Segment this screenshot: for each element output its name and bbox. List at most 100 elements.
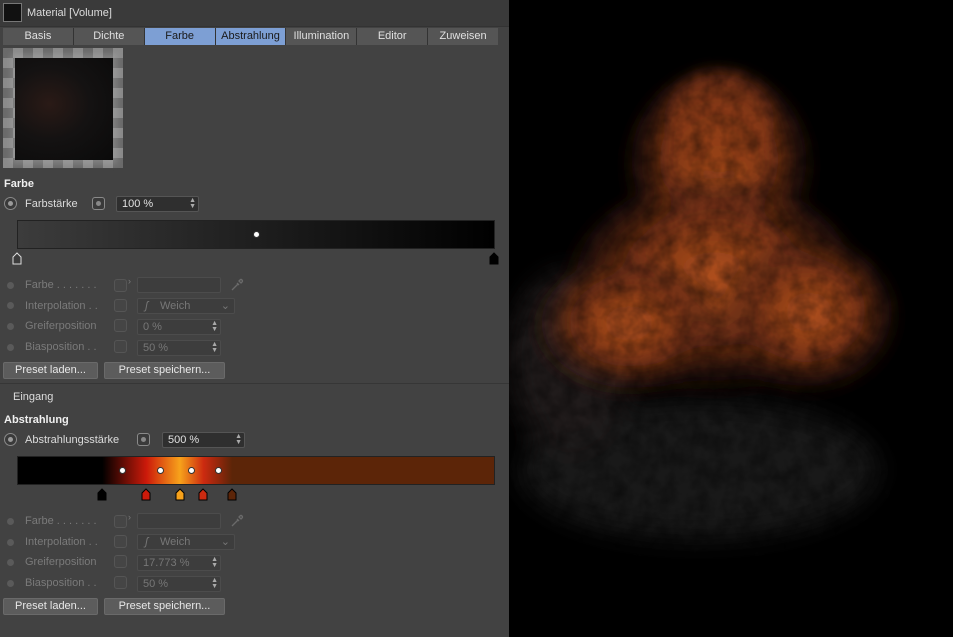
farbstaerke-label: Farbstärke bbox=[25, 198, 78, 210]
abstrahlung-interp-label: Interpolation . . bbox=[25, 536, 98, 548]
farbstaerke-toggle[interactable] bbox=[92, 197, 105, 210]
farbe-knob-toggle[interactable] bbox=[114, 319, 127, 332]
curve-icon: ʃ bbox=[145, 536, 149, 548]
farbe-gradient-bar[interactable] bbox=[17, 220, 495, 249]
spinner-icon[interactable]: ▲ ▼ bbox=[211, 556, 218, 569]
gradient-stop-marker[interactable] bbox=[198, 488, 208, 501]
abstrahlungsstaerke-toggle[interactable] bbox=[137, 433, 150, 446]
explosion-render-image bbox=[509, 0, 953, 637]
gradient-stop-marker[interactable] bbox=[227, 488, 237, 501]
farbe-interp-label: Interpolation . . bbox=[25, 300, 98, 312]
abstrahlung-bias-input[interactable]: 50 % ▲ ▼ bbox=[137, 576, 221, 592]
spinner-icon[interactable]: ▲ ▼ bbox=[211, 320, 218, 333]
farbe-interp-value: Weich bbox=[160, 300, 191, 312]
farbe-preset-load-button[interactable]: Preset laden... bbox=[3, 362, 98, 379]
bias-animate-dot bbox=[7, 344, 14, 351]
material-thumbnail-icon bbox=[3, 3, 22, 22]
gradient-stop-marker[interactable] bbox=[175, 488, 185, 501]
abstrahlung-color-swatch[interactable] bbox=[137, 513, 221, 529]
chevron-down-icon: ⌄ bbox=[220, 300, 230, 312]
abstrahlung-color-label: Farbe . . . . . . . bbox=[25, 515, 97, 527]
gradient-bias-knob[interactable] bbox=[188, 467, 196, 474]
farbe-knob-label: Greiferposition bbox=[25, 320, 97, 332]
interp-animate-dot bbox=[7, 302, 14, 309]
title-bar: Material [Volume] bbox=[0, 0, 509, 27]
tab-illumination[interactable]: Illumination bbox=[286, 28, 357, 45]
abstrahlung-bias-label: Biasposition . . bbox=[25, 577, 97, 589]
farbe-bias-label: Biasposition . . bbox=[25, 341, 97, 353]
abstrahlung-bias-toggle[interactable] bbox=[114, 576, 127, 589]
tab-basis[interactable]: Basis bbox=[3, 28, 73, 45]
farbe-bias-value: 50 % bbox=[143, 342, 169, 354]
tab-zuweisen[interactable]: Zuweisen bbox=[428, 28, 499, 45]
eyedropper-icon[interactable] bbox=[230, 278, 244, 292]
abstrahlungsstaerke-value: 500 % bbox=[168, 434, 200, 446]
curve-icon: ʃ bbox=[145, 300, 149, 312]
gradient-bias-knob[interactable] bbox=[253, 231, 260, 238]
eingang-label[interactable]: Eingang bbox=[13, 391, 53, 403]
section-title-abstrahlung: Abstrahlung bbox=[4, 414, 69, 426]
gradient-bias-knob[interactable] bbox=[214, 467, 222, 474]
farbe-animate-dot bbox=[7, 518, 14, 525]
abstrahlung-preset-load-button[interactable]: Preset laden... bbox=[3, 598, 98, 615]
abstrahlung-interp-value: Weich bbox=[160, 536, 191, 548]
knob-animate-dot bbox=[7, 323, 14, 330]
volume-preview-image bbox=[15, 58, 113, 160]
expand-arrow-icon[interactable]: › bbox=[128, 512, 131, 522]
farbe-color-toggle[interactable] bbox=[114, 279, 127, 292]
knob-animate-dot bbox=[7, 559, 14, 566]
farbe-bias-toggle[interactable] bbox=[114, 340, 127, 353]
abstrahlungsstaerke-input[interactable]: 500 % ▲ ▼ bbox=[162, 432, 245, 448]
spinner-icon[interactable]: ▲ ▼ bbox=[235, 433, 242, 446]
farbstaerke-input[interactable]: 100 % ▲ ▼ bbox=[116, 196, 199, 212]
abstrahlungsstaerke-animate-radio[interactable] bbox=[4, 433, 17, 446]
farbe-color-swatch[interactable] bbox=[137, 277, 221, 293]
abstrahlung-interp-toggle[interactable] bbox=[114, 535, 127, 548]
abstrahlung-knob-toggle[interactable] bbox=[114, 555, 127, 568]
gradient-stop-marker[interactable] bbox=[141, 488, 151, 501]
abstrahlung-knob-value: 17.773 % bbox=[143, 557, 190, 569]
abstrahlung-gradient-bar[interactable] bbox=[17, 456, 495, 485]
expand-arrow-icon[interactable]: › bbox=[128, 276, 131, 286]
abstrahlung-knob-input[interactable]: 17.773 % ▲ ▼ bbox=[137, 555, 221, 571]
abstrahlung-bias-value: 50 % bbox=[143, 578, 169, 590]
gradient-bias-knob[interactable] bbox=[157, 467, 165, 474]
farbstaerke-value: 100 % bbox=[122, 198, 154, 210]
farbe-knob-value: 0 % bbox=[143, 321, 162, 333]
abstrahlungsstaerke-label: Abstrahlungsstärke bbox=[25, 434, 120, 446]
farbe-interp-toggle[interactable] bbox=[114, 299, 127, 312]
gradient-stop-marker-left[interactable] bbox=[12, 252, 22, 265]
gradient-stop-marker[interactable] bbox=[97, 488, 107, 501]
eyedropper-icon[interactable] bbox=[230, 514, 244, 528]
window-title: Material [Volume] bbox=[27, 7, 112, 19]
abstrahlung-preset-save-button[interactable]: Preset speichern... bbox=[104, 598, 225, 615]
farbe-color-label: Farbe . . . . . . . bbox=[25, 279, 97, 291]
material-preview bbox=[3, 48, 123, 168]
spinner-icon[interactable]: ▲ ▼ bbox=[211, 577, 218, 590]
bias-animate-dot bbox=[7, 580, 14, 587]
material-editor-panel: Material [Volume] Basis Dichte Farbe Abs… bbox=[0, 0, 509, 637]
tab-editor[interactable]: Editor bbox=[357, 28, 428, 45]
abstrahlung-interp-select[interactable]: ʃ Weich ⌄ bbox=[137, 534, 235, 550]
gradient-stop-marker-right[interactable] bbox=[489, 252, 499, 265]
divider bbox=[0, 383, 509, 384]
interp-animate-dot bbox=[7, 539, 14, 546]
gradient-bias-knob[interactable] bbox=[119, 467, 127, 474]
farbe-knob-input[interactable]: 0 % ▲ ▼ bbox=[137, 319, 221, 335]
tab-abstrahlung[interactable]: Abstrahlung bbox=[215, 28, 286, 45]
chevron-down-icon: ⌄ bbox=[220, 536, 230, 548]
farbstaerke-animate-radio[interactable] bbox=[4, 197, 17, 210]
section-title-farbe: Farbe bbox=[4, 178, 34, 190]
tab-bar: Basis Dichte Farbe Abstrahlung Illuminat… bbox=[3, 28, 499, 45]
abstrahlung-knob-label: Greiferposition bbox=[25, 556, 97, 568]
farbe-interp-select[interactable]: ʃ Weich ⌄ bbox=[137, 298, 235, 314]
farbe-bias-input[interactable]: 50 % ▲ ▼ bbox=[137, 340, 221, 356]
render-view bbox=[509, 0, 953, 637]
farbe-animate-dot bbox=[7, 282, 14, 289]
tab-farbe[interactable]: Farbe bbox=[144, 28, 215, 45]
abstrahlung-color-toggle[interactable] bbox=[114, 515, 127, 528]
spinner-icon[interactable]: ▲ ▼ bbox=[189, 197, 196, 210]
tab-dichte[interactable]: Dichte bbox=[73, 28, 144, 45]
spinner-icon[interactable]: ▲ ▼ bbox=[211, 341, 218, 354]
farbe-preset-save-button[interactable]: Preset speichern... bbox=[104, 362, 225, 379]
